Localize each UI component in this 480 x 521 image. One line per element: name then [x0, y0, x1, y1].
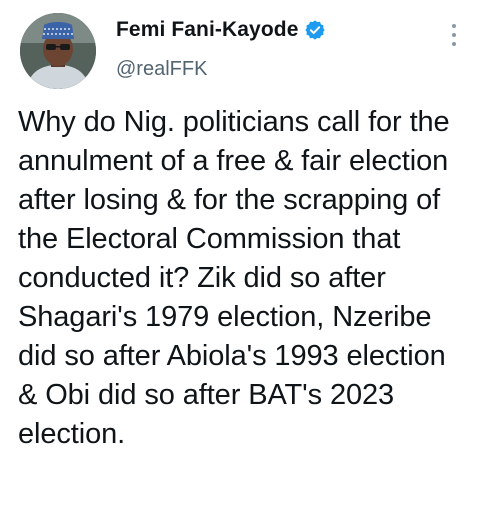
more-options-icon[interactable]	[450, 24, 458, 46]
tweet-card: Femi Fani-Kayode @realFFK Why do Nig. po…	[0, 0, 480, 521]
more-dot	[452, 33, 456, 37]
tweet-text: Why do Nig. politicians call for the ann…	[18, 106, 450, 450]
verified-badge-icon	[304, 19, 326, 41]
author-avatar[interactable]	[20, 13, 96, 89]
author-handle[interactable]: @realFFK	[116, 58, 207, 81]
author-name-row: Femi Fani-Kayode	[116, 18, 326, 42]
author-display-name[interactable]: Femi Fani-Kayode	[116, 18, 298, 42]
more-dot	[452, 42, 456, 46]
more-dot	[452, 24, 456, 28]
avatar-image	[20, 13, 96, 89]
